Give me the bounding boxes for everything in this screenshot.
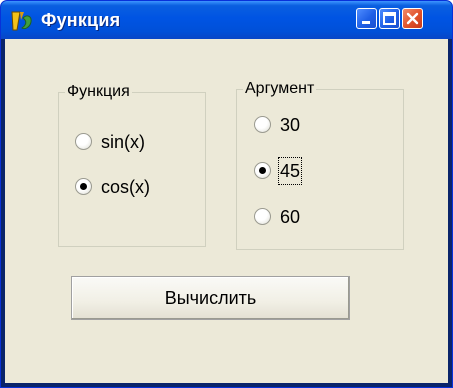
function-groupbox: Функция sin(x) cos(x)	[58, 82, 206, 247]
argument-group-title: Аргумент	[243, 79, 317, 99]
radio-dot-cos	[80, 183, 87, 190]
radio-30[interactable]: 30	[254, 113, 344, 139]
title-bar[interactable]: Функция	[1, 1, 452, 39]
radio-circle-sin[interactable]	[75, 133, 92, 150]
close-button[interactable]	[402, 8, 423, 29]
radio-circle-45[interactable]	[254, 162, 271, 179]
radio-dot-45	[259, 167, 266, 174]
radio-label-60: 60	[280, 207, 301, 227]
radio-circle-30[interactable]	[254, 116, 271, 133]
close-icon	[406, 12, 419, 25]
compute-button[interactable]: Вычислить	[71, 276, 350, 320]
radio-45[interactable]: 45	[254, 157, 344, 185]
radio-circle-cos[interactable]	[75, 178, 92, 195]
radio-label-45: 45	[277, 157, 303, 185]
radio-label-sin: sin(x)	[101, 132, 145, 152]
minimize-button[interactable]	[356, 8, 377, 29]
maximize-button[interactable]	[379, 8, 400, 29]
window-title: Функция	[41, 10, 121, 30]
radio-label-cos: cos(x)	[101, 177, 150, 197]
app-window: Функция Функция sin(x) cos(x) Аргумент 3…	[0, 0, 453, 388]
radio-label-30: 30	[280, 115, 301, 135]
radio-sin[interactable]: sin(x)	[75, 130, 185, 156]
radio-cos[interactable]: cos(x)	[75, 175, 185, 201]
function-group-title: Функция	[65, 82, 132, 102]
minimize-icon	[362, 21, 370, 24]
radio-60[interactable]: 60	[254, 205, 344, 231]
radio-circle-60[interactable]	[254, 208, 271, 225]
argument-groupbox: Аргумент 30 45 60	[236, 79, 404, 250]
maximize-icon	[383, 12, 396, 25]
delphi-app-icon	[11, 11, 32, 31]
client-area: Функция sin(x) cos(x) Аргумент 30 45 60 …	[5, 39, 448, 383]
